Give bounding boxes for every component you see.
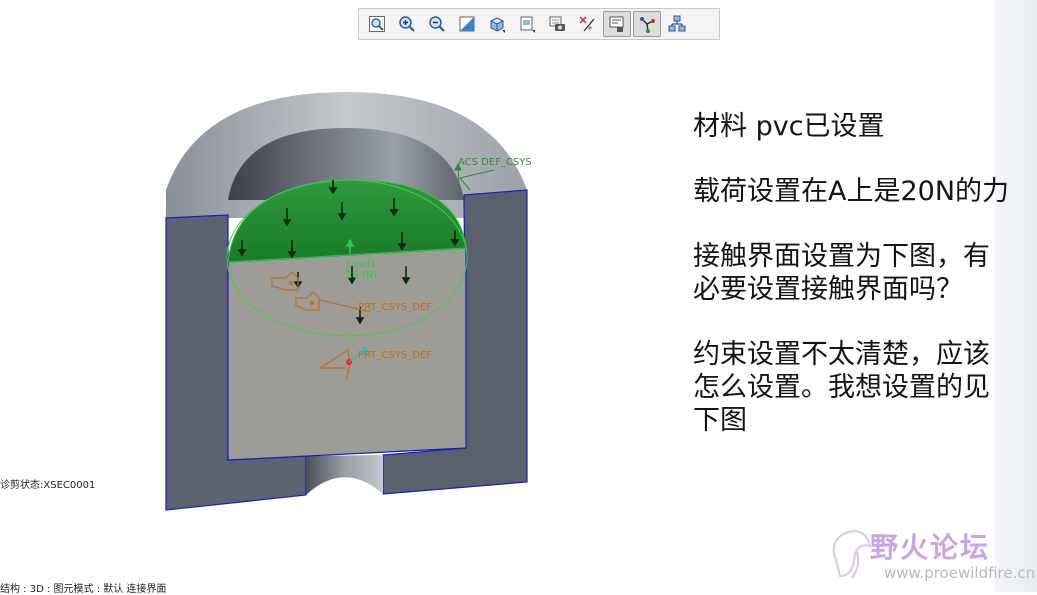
note-line: 下图 [693,405,747,436]
note-line: 约束设置不太清楚，应该 [693,339,990,370]
csys-label-top: ACS DEF_CSYS [458,157,532,168]
section-state-label: 诊剪状态:XSEC0001 [0,480,96,491]
load-name-label: Load1 [346,259,376,270]
note-load: 载荷设置在A上是20N的力 [693,175,1033,208]
note-constraint: 约束设置不太清楚，应该 怎么设置。我想设置的见 下图 [693,338,1033,437]
note-line: 材料 pvc已设置 [693,111,885,142]
notes-panel: 材料 pvc已设置 载荷设置在A上是20N的力 接触界面设置为下图，有 必要设置… [693,110,1033,469]
canvas[interactable]: * ACS DEF_CSYS Load1 20 (N) PRT_CSYS_DEF… [0,0,1037,595]
bottom-hole [306,455,383,495]
watermark-url: www.proewildfire.cn [884,564,1036,582]
watermark-title: 野火论坛 [870,531,991,564]
prt-csys-label-1: PRT_CSYS_DEF [358,302,432,313]
note-line: 载荷设置在A上是20N的力 [693,176,1010,207]
note-line: 怎么设置。我想设置的见 [693,372,990,403]
status-info-label: 结构 : 3D : 图元模式 : 默认 连接界面 [0,584,167,595]
note-material: 材料 pvc已设置 [693,110,1033,143]
note-contact: 接触界面设置为下图，有 必要设置接触界面吗？ [693,240,1033,306]
model-view[interactable]: ACS DEF_CSYS Load1 20 (N) PRT_CSYS_DEF P… [0,0,700,592]
note-line: 接触界面设置为下图，有 [693,241,990,272]
load-value-label: 20 (N) [346,270,377,281]
note-line: 必要设置接触界面吗？ [693,274,963,305]
prt-csys-label-2: PRT_CSYS_DEF [358,350,432,361]
